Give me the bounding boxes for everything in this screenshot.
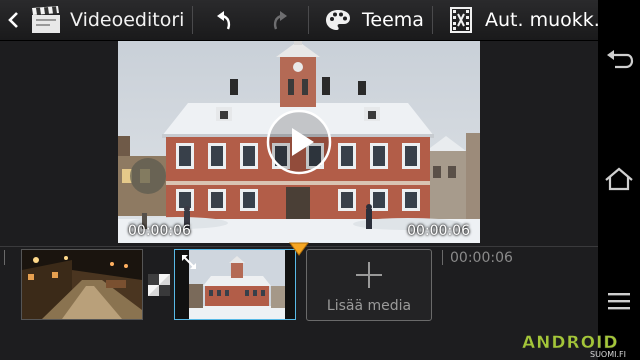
timeline-tick-label: 00:00:06	[450, 250, 513, 266]
transition-icon[interactable]	[148, 274, 170, 296]
play-icon[interactable]	[266, 109, 332, 175]
back-icon[interactable]	[603, 46, 635, 76]
plus-icon	[356, 262, 382, 288]
redo-icon[interactable]	[268, 8, 292, 32]
home-icon[interactable]	[603, 164, 635, 194]
navigation-bar	[598, 0, 640, 360]
toolbar-divider	[192, 6, 193, 34]
total-time: 00:00:06	[407, 223, 470, 239]
back-chevron-icon[interactable]	[6, 10, 20, 30]
trim-handle-icon[interactable]	[181, 254, 197, 270]
add-media-label: Lisää media	[326, 298, 412, 314]
night-street-clip[interactable]	[21, 249, 143, 320]
toolbar-divider	[432, 6, 433, 34]
auto-edit-label: Aut. muokk.	[485, 9, 600, 31]
theme-label: Teema	[362, 9, 424, 31]
add-media-button[interactable]: Lisää media	[306, 249, 432, 321]
timeline-tick	[442, 250, 443, 265]
clapperboard-icon[interactable]	[30, 5, 62, 35]
menu-icon[interactable]	[603, 286, 635, 316]
action-bar: Videoeditori Teema Aut. muokk.	[0, 0, 600, 41]
timeline-tick	[4, 250, 5, 265]
undo-icon[interactable]	[212, 8, 236, 32]
film-edit-icon	[450, 7, 472, 33]
watermark-subtext: SUOMI.FI	[590, 350, 626, 359]
palette-icon	[326, 10, 350, 30]
app-title: Videoeditori	[70, 9, 185, 31]
current-time: 00:00:06	[128, 223, 191, 239]
town-hall-clip[interactable]	[174, 249, 296, 320]
video-preview[interactable]: 00:00:06 00:00:06	[118, 41, 480, 243]
toolbar-divider	[308, 6, 309, 34]
night-street-thumbnail	[22, 250, 142, 319]
